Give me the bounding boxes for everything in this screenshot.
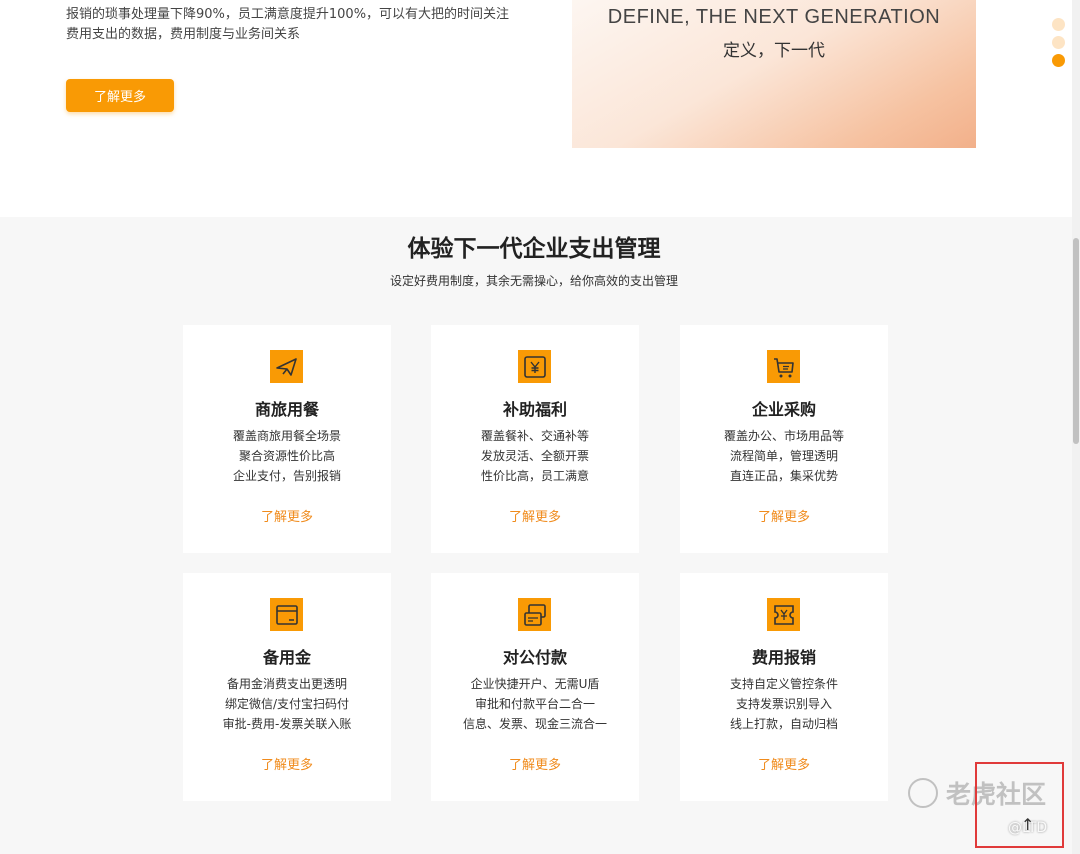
intro-desc-line-2: 费用支出的数据，费用制度与业务间关系 [66,27,301,42]
card-line: 审批和付款平台二合一 [474,697,595,711]
card-title: 商旅用餐 [254,400,319,419]
intro-section: 报销的琐事处理量下降90%，员工满意度提升100%，可以有大把的时间关注 费用支… [0,0,1072,217]
card-learn-more-link[interactable]: 了解更多 [183,506,391,525]
card-title: 企业采购 [751,400,816,419]
card-title: 备用金 [262,648,311,667]
back-to-top-button[interactable] [975,762,1064,848]
intro-description: 报销的琐事处理量下降90%，员工满意度提升100%，可以有大把的时间关注 费用支… [66,5,546,45]
feature-card-corporate-payment[interactable]: 对公付款 企业快捷开户、无需U盾 审批和付款平台二合一 信息、发票、现金三流合一… [431,573,639,801]
card-line: 企业快捷开户、无需U盾 [470,677,600,691]
card-learn-more-link[interactable]: 了解更多 [183,754,391,773]
card-learn-more-link[interactable]: 了解更多 [680,754,888,773]
feature-card-procurement[interactable]: 企业采购 覆盖办公、市场用品等 流程简单，管理透明 直连正品，集采优势 了解更多 [680,325,888,553]
carousel-dot-1[interactable] [1052,18,1065,31]
receipt-icon [767,598,800,631]
page-scrollbar[interactable] [1072,0,1080,854]
card-line: 绑定微信/支付宝扫码付 [224,697,350,711]
card-line: 信息、发票、现金三流合一 [462,717,607,731]
card-line: 审批-费用-发票关联入账 [222,717,352,731]
hero-english-slogan: DEFINE, THE NEXT GENERATION [607,6,941,28]
carousel-dot-3[interactable] [1052,54,1065,67]
yuan-icon [518,350,551,383]
card-line: 支持自定义管控条件 [729,677,838,691]
feature-card-petty-cash[interactable]: 备用金 备用金消费支出更透明 绑定微信/支付宝扫码付 审批-费用-发票关联入账 … [183,573,391,801]
card-title: 费用报销 [751,648,816,667]
card-learn-more-link[interactable]: 了解更多 [431,506,639,525]
carousel-dot-2[interactable] [1052,36,1065,49]
card-line: 发放灵活、全额开票 [480,449,589,463]
card-line: 覆盖餐补、交通补等 [480,429,589,443]
features-section: 体验下一代企业支出管理 设定好费用制度，其余无需操心，给你高效的支出管理 商旅用… [0,217,1072,854]
feature-card-subsidy[interactable]: 补助福利 覆盖餐补、交通补等 发放灵活、全额开票 性价比高，员工满意 了解更多 [431,325,639,553]
feature-card-travel[interactable]: 商旅用餐 覆盖商旅用餐全场景 聚合资源性价比高 企业支付，告别报销 了解更多 [183,325,391,553]
payment-icon [518,598,551,631]
card-line: 聚合资源性价比高 [238,449,335,463]
card-icon [270,598,303,631]
learn-more-button[interactable]: 了解更多 [66,79,174,112]
hero-banner-image: DEFINE, THE NEXT GENERATION 定义，下一代 [572,0,976,148]
hero-chinese-slogan: 定义，下一代 [723,41,825,61]
card-line: 直连正品，集采优势 [729,469,838,483]
carousel-indicators [1052,18,1066,72]
card-learn-more-link[interactable]: 了解更多 [431,754,639,773]
card-line: 支持发票识别导入 [735,697,832,711]
card-line: 性价比高，员工满意 [480,469,589,483]
features-title: 体验下一代企业支出管理 [407,236,661,262]
card-line: 覆盖商旅用餐全场景 [232,429,341,443]
card-line: 流程简单，管理透明 [729,449,838,463]
card-title: 补助福利 [502,400,567,419]
card-line: 企业支付，告别报销 [232,469,341,483]
card-line: 备用金消费支出更透明 [226,677,347,691]
card-line: 线上打款，自动归档 [729,717,838,731]
features-subtitle: 设定好费用制度，其余无需操心，给你高效的支出管理 [389,274,678,288]
scrollbar-thumb[interactable] [1073,238,1079,444]
shopping-cart-icon [767,350,800,383]
feature-card-reimbursement[interactable]: 费用报销 支持自定义管控条件 支持发票识别导入 线上打款，自动归档 了解更多 [680,573,888,801]
watermark-logo-icon [908,778,938,808]
arrow-up-icon: ↑ [1021,815,1035,834]
intro-desc-line-1: 报销的琐事处理量下降90%，员工满意度提升100%，可以有大把的时间关注 [66,7,510,22]
card-line: 覆盖办公、市场用品等 [723,429,844,443]
card-title: 对公付款 [502,648,567,667]
card-learn-more-link[interactable]: 了解更多 [680,506,888,525]
airplane-icon [270,350,303,383]
